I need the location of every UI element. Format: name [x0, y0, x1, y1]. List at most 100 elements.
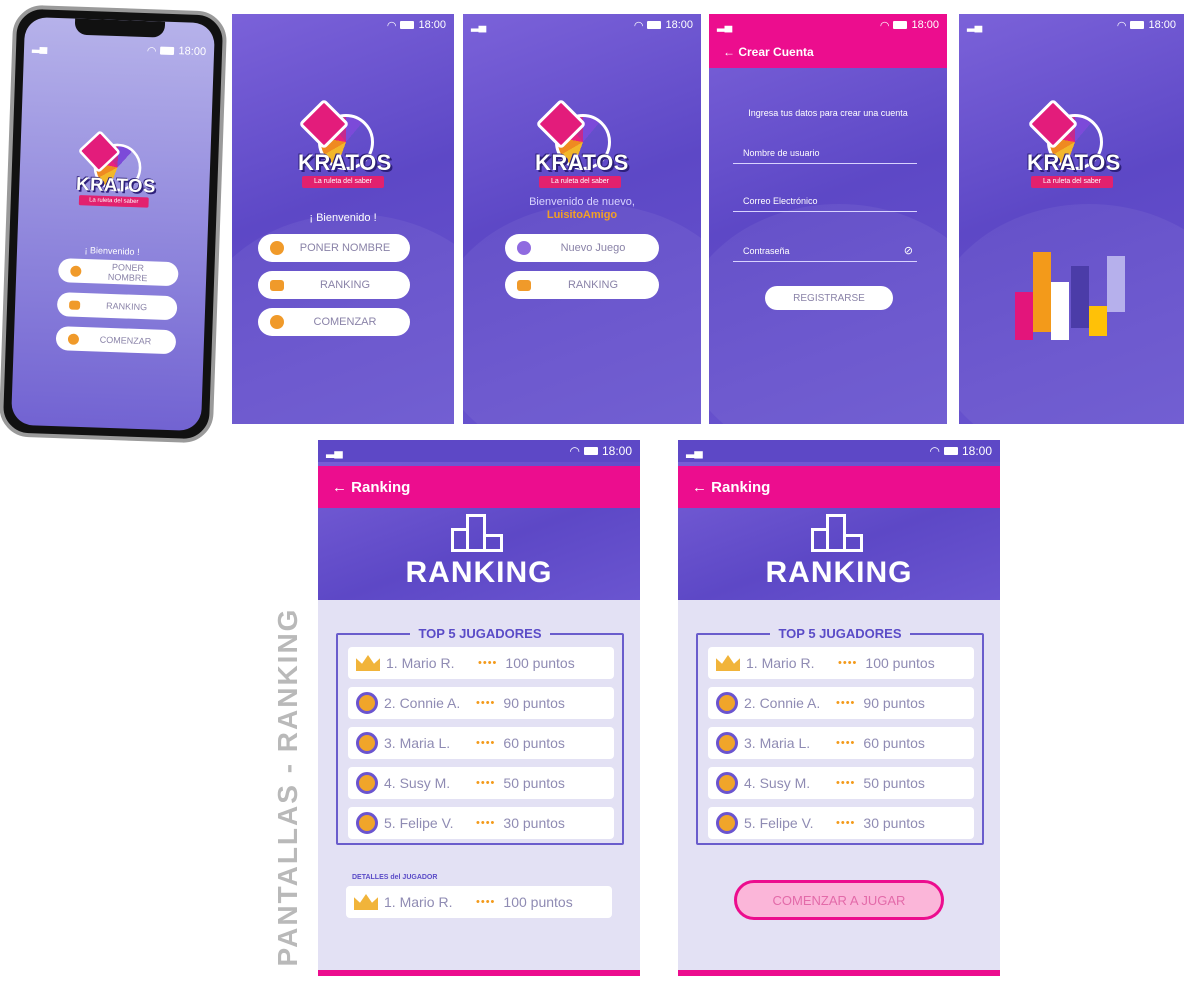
- email-field[interactable]: Correo Electrónico: [733, 186, 917, 212]
- status-bar: ▂▄ ◠ 18:00: [24, 35, 215, 64]
- status-bar: ▂▄ ◠ 18:00: [709, 14, 947, 36]
- status-time: 18:00: [178, 45, 207, 59]
- dots-icon: ••••: [476, 896, 496, 908]
- ranking-row[interactable]: 1. Mario R. •••• 100 puntos: [708, 647, 974, 679]
- ranking-button[interactable]: RANKING: [505, 271, 659, 299]
- status-time: 18:00: [1148, 19, 1176, 31]
- header-bar[interactable]: ← Ranking: [318, 466, 640, 508]
- ranking-row[interactable]: 4. Susy M. •••• 50 puntos: [348, 767, 614, 799]
- poner-nombre-button[interactable]: PONER NOMBRE: [258, 234, 410, 262]
- user-icon: [70, 265, 82, 277]
- medal-icon: [356, 772, 378, 794]
- crown-icon: [716, 655, 740, 671]
- signal-icon: ▂▄: [31, 40, 47, 54]
- status-bar: ▂▄ ◠ 18:00: [959, 14, 1184, 36]
- comenzar-a-jugar-button[interactable]: COMENZAR A JUGAR: [734, 880, 944, 920]
- frame-title: TOP 5 JUGADORES: [770, 626, 910, 641]
- status-time: 18:00: [961, 444, 992, 458]
- medal-icon: [356, 732, 378, 754]
- top5-frame: TOP 5 JUGADORES 1. Mario R. •••• 100 punto…: [336, 626, 624, 845]
- ranking-button[interactable]: RANKING: [258, 271, 410, 299]
- kratos-logo: KRATOS La ruleta del saber: [298, 98, 391, 196]
- header-title[interactable]: ← Ranking: [692, 479, 770, 496]
- bottom-bar: [318, 970, 640, 976]
- status-bar: ▂▄ ◠ 18:00: [678, 440, 1000, 462]
- username-field[interactable]: Nombre de usuario: [733, 138, 917, 164]
- medal-icon: [716, 692, 738, 714]
- details-label: DETALLES del JUGADOR: [352, 874, 438, 881]
- loading-bar: [1089, 306, 1107, 336]
- user-icon: [270, 241, 284, 255]
- ranking-row[interactable]: 3. Maria L. •••• 60 puntos: [708, 727, 974, 759]
- wifi-icon: ◠: [146, 44, 157, 57]
- header-title[interactable]: ← Ranking: [332, 479, 410, 496]
- battery-icon: [893, 21, 908, 29]
- dots-icon: ••••: [836, 737, 856, 749]
- battery-icon: [1130, 21, 1145, 29]
- wifi-icon: ◠: [879, 19, 890, 32]
- dots-icon: ••••: [838, 657, 858, 669]
- medal-icon: [716, 772, 738, 794]
- status-time: 18:00: [601, 444, 632, 458]
- battery-icon: [160, 46, 175, 56]
- status-time: 18:00: [418, 19, 446, 31]
- poner-nombre-button[interactable]: PONER NOMBRE: [57, 258, 179, 287]
- dots-icon: ••••: [476, 697, 496, 709]
- loading-bar: [1051, 282, 1069, 340]
- header-title[interactable]: ← Crear Cuenta: [723, 45, 814, 59]
- nuevo-juego-button[interactable]: Nuevo Juego: [505, 234, 659, 262]
- ranking-row[interactable]: 3. Maria L. •••• 60 puntos: [348, 727, 614, 759]
- ranking-button[interactable]: RANKING: [56, 292, 178, 321]
- frame-title: TOP 5 JUGADORES: [410, 626, 550, 641]
- loading-screen: ▂▄ ◠ 18:00 KRATOS La ruleta del saber: [959, 14, 1184, 424]
- password-field[interactable]: Contraseña ⊘: [733, 236, 917, 262]
- logo-word: KRATOS: [1027, 150, 1121, 175]
- loading-bar: [1071, 266, 1089, 328]
- kratos-logo: KRATOS La ruleta del saber: [1027, 98, 1121, 196]
- ranking-row[interactable]: 5. Felipe V. •••• 30 puntos: [348, 807, 614, 839]
- dots-icon: ••••: [476, 777, 496, 789]
- wifi-icon: ◠: [1116, 19, 1127, 32]
- comenzar-button[interactable]: COMENZAR: [258, 308, 410, 336]
- ranking-row[interactable]: 2. Connie A. •••• 90 puntos: [708, 687, 974, 719]
- header-bar[interactable]: ← Crear Cuenta: [709, 36, 947, 68]
- signal-icon: ▂▄: [967, 19, 982, 32]
- eye-off-icon[interactable]: ⊘: [904, 236, 913, 266]
- podium-icon: [811, 512, 867, 552]
- wifi-icon: ◠: [633, 19, 644, 32]
- battery-icon: [400, 21, 415, 29]
- header-bar[interactable]: ← Ranking: [678, 466, 1000, 508]
- kratos-logo: KRATOS La ruleta del saber: [75, 129, 157, 214]
- status-bar: ▂▄ ◠ 18:00: [463, 14, 701, 36]
- player-detail-row[interactable]: 1. Mario R. •••• 100 puntos: [346, 886, 612, 918]
- signal-icon: ▂▄: [471, 19, 486, 32]
- signal-icon: ▂▄: [717, 19, 732, 32]
- refresh-icon: [517, 241, 531, 255]
- ranking-row[interactable]: 2. Connie A. •••• 90 puntos: [348, 687, 614, 719]
- kratos-logo: KRATOS La ruleta del saber: [535, 98, 629, 196]
- podium-icon: [451, 512, 507, 552]
- comenzar-button[interactable]: COMENZAR: [55, 326, 177, 355]
- play-icon: [270, 315, 284, 329]
- welcome-screen: ◠ 18:00 KRATOS La ruleta del saber ¡ Bien…: [232, 14, 454, 424]
- status-bar: ▂▄ ◠ 18:00: [318, 440, 640, 462]
- logo-tagline: La ruleta del saber: [539, 176, 621, 188]
- ranking-row[interactable]: 4. Susy M. •••• 50 puntos: [708, 767, 974, 799]
- phone-notch: [74, 18, 166, 38]
- ranking-row[interactable]: 1. Mario R. •••• 100 puntos: [348, 647, 614, 679]
- logo-tagline: La ruleta del saber: [1031, 176, 1113, 188]
- status-time: 18:00: [665, 19, 693, 31]
- crown-icon: [356, 655, 380, 671]
- podium-icon: [517, 279, 531, 291]
- ranking-row[interactable]: 5. Felipe V. •••• 30 puntos: [708, 807, 974, 839]
- loading-bar: [1015, 292, 1033, 340]
- loading-bar: [1033, 252, 1051, 332]
- status-bar: ◠ 18:00: [232, 14, 454, 36]
- dots-icon: ••••: [836, 817, 856, 829]
- logo-word: KRATOS: [535, 150, 629, 175]
- status-time: 18:00: [911, 19, 939, 31]
- loading-bars: [1015, 240, 1135, 340]
- registrarse-button[interactable]: REGISTRARSE: [765, 286, 893, 310]
- logo-word: KRATOS: [75, 172, 157, 197]
- play-icon: [67, 333, 80, 345]
